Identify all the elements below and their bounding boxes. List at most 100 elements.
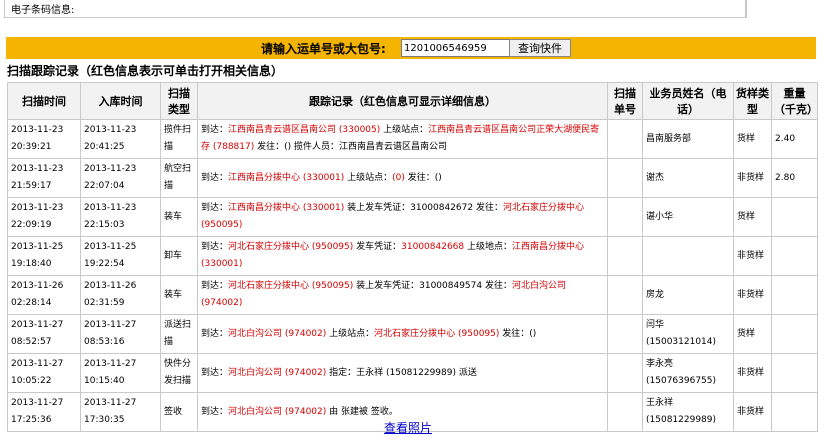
track-link[interactable]: 江西南昌青云谱区昌南公司 (330005) (228, 125, 380, 135)
cell-goods-type: 货样 (733, 119, 772, 159)
view-photo-link[interactable]: 查看照片 (384, 419, 432, 436)
cell-track-record: 到达：河北石家庄分拨中心 (950095) 装上发车凭证：31000849574… (197, 275, 608, 315)
col-scan-type: 扫描类型 (160, 82, 198, 120)
col-scan-time: 扫描时间 (7, 82, 81, 120)
table-row: 2013-11-27 10:05:22 2013-11-27 10:15:40 快件… (7, 353, 818, 393)
cell-scan-time: 2013-11-26 02:28:14 (7, 275, 81, 315)
cell-scan-type: 签收 (160, 392, 198, 432)
cell-weight (771, 353, 818, 393)
cell-weight: 2.40 (771, 119, 818, 159)
cell-weight (771, 236, 818, 276)
track-text: 发车凭证： (353, 242, 402, 252)
cell-scan-type: 快件分发扫描 (160, 353, 198, 393)
barcode-info-box: 电子条码信息: (4, 0, 747, 18)
track-link[interactable]: 江西南昌分拨中心 (330001) (228, 203, 344, 213)
col-goods-type: 货样类型 (733, 82, 772, 120)
cell-staff: 李永亮 (15076396755) (642, 353, 734, 393)
col-weight: 重量（千克） (771, 82, 818, 120)
cell-goods-type: 非货样 (733, 275, 772, 315)
cell-scan-type: 装车 (160, 197, 198, 237)
track-link[interactable]: 河北石家庄分拨中心 (950095) (228, 281, 353, 291)
cell-track-record: 到达：河北石家庄分拨中心 (950095) 发车凭证：31000842668 上… (197, 236, 608, 276)
cell-in-time: 2013-11-27 08:53:16 (80, 314, 161, 354)
cell-weight (771, 197, 818, 237)
cell-track-record: 到达：江西南昌分拨中心 (330001) 装上发车凭证：31000842672 … (197, 197, 608, 237)
col-scan-no: 扫描单号 (607, 82, 643, 120)
cell-staff: 闫华 (15003121014) (642, 314, 734, 354)
cell-in-time: 2013-11-23 22:07:04 (80, 158, 161, 198)
cell-scan-time: 2013-11-23 20:39:21 (7, 119, 81, 159)
cell-weight (771, 314, 818, 354)
query-button[interactable]: 查询快件 (509, 39, 571, 57)
cell-scan-type: 揽件扫描 (160, 119, 198, 159)
cell-goods-type: 货样 (733, 197, 772, 237)
cell-weight (771, 275, 818, 315)
track-link[interactable]: 河北白沟公司 (974002) (228, 407, 326, 417)
track-link[interactable]: (0) (392, 173, 405, 183)
col-track-record: 跟踪记录（红色信息可显示详细信息） (197, 82, 608, 120)
track-text: 上级地点： (464, 242, 513, 252)
track-text: 到达： (201, 125, 229, 135)
track-text: 发往：() 揽件人员：江西南昌青云谱区昌南公司 (254, 142, 447, 152)
track-text: 上级站点： (380, 125, 429, 135)
cell-scan-type: 航空扫描 (160, 158, 198, 198)
barcode-box-divider (745, 0, 746, 17)
track-text: 上级站点： (326, 328, 375, 339)
cell-track-record: 到达：江西南昌青云谱区昌南公司 (330005) 上级站点：江西南昌青云谱区昌南… (197, 119, 608, 159)
table-row: 2013-11-23 22:09:19 2013-11-23 22:15:03 装车… (7, 197, 818, 237)
track-link[interactable]: 河北石家庄分拨中心 (950095) (228, 242, 353, 252)
cell-scan-no (607, 314, 643, 354)
track-text: 装上发车凭证：31000842672 发往： (344, 203, 503, 213)
track-text: 到达： (201, 242, 229, 252)
track-link[interactable]: 江西南昌分拨中心 (330001) (228, 173, 344, 183)
cell-scan-type: 卸车 (160, 236, 198, 276)
cell-staff: 谢杰 (642, 158, 734, 198)
cell-track-record: 到达：河北白沟公司 (974002) 上级站点：河北石家庄分拨中心 (95009… (197, 314, 608, 354)
track-link[interactable]: 河北白沟公司 (974002) (228, 329, 326, 339)
cell-scan-time: 2013-11-23 22:09:19 (7, 197, 81, 237)
cell-in-time: 2013-11-26 02:31:59 (80, 275, 161, 315)
cell-scan-no (607, 158, 643, 198)
track-link[interactable]: 31000842668 (401, 242, 464, 252)
cell-scan-no (607, 275, 643, 315)
track-text: 到达： (201, 172, 229, 183)
cell-scan-no (607, 353, 643, 393)
cell-goods-type: 非货样 (733, 392, 772, 432)
cell-in-time: 2013-11-23 22:15:03 (80, 197, 161, 237)
cell-track-record: 到达：江西南昌分拨中心 (330001) 上级站点：(0) 发往：() (197, 158, 608, 198)
track-text: 上级站点： (344, 172, 393, 183)
cell-weight (771, 392, 818, 432)
cell-track-record: 到达：河北白沟公司 (974002) 指定：王永祥 (15081229989) … (197, 353, 608, 393)
table-row: 2013-11-25 19:18:40 2013-11-25 19:22:54 卸车… (7, 236, 818, 276)
cell-scan-time: 2013-11-27 10:05:22 (7, 353, 81, 393)
track-text: 发往：() (499, 328, 537, 339)
table-row: 2013-11-23 21:59:17 2013-11-23 22:07:04 航空… (7, 158, 818, 198)
cell-goods-type: 货样 (733, 314, 772, 354)
cell-goods-type: 非货样 (733, 236, 772, 276)
cell-staff: 昌南服务部 (642, 119, 734, 159)
waybill-input[interactable] (401, 39, 511, 57)
cell-scan-no (607, 197, 643, 237)
tracking-table: 扫描时间 入库时间 扫描类型 跟踪记录（红色信息可显示详细信息） 扫描单号 业务… (7, 82, 818, 432)
track-link[interactable]: 河北白沟公司 (974002) (228, 368, 326, 378)
track-text: 到达： (201, 281, 229, 291)
cell-in-time: 2013-11-27 10:15:40 (80, 353, 161, 393)
search-label: 请输入运单号或大包号: (261, 42, 386, 56)
table-row: 2013-11-23 20:39:21 2013-11-23 20:41:25 揽件… (7, 119, 818, 159)
cell-staff: 王永祥 (15081229989) (642, 392, 734, 432)
table-header-row: 扫描时间 入库时间 扫描类型 跟踪记录（红色信息可显示详细信息） 扫描单号 业务… (7, 82, 818, 120)
track-text: 到达： (201, 328, 229, 339)
track-text: 指定：王永祥 (15081229989) 派送 (326, 367, 477, 378)
track-text: 到达： (201, 367, 229, 378)
col-in-time: 入库时间 (80, 82, 161, 120)
section-title: 扫描跟踪记录（红色信息表示可单击打开相关信息） (7, 64, 284, 78)
track-text: 发往：() (404, 172, 442, 183)
track-link[interactable]: 河北石家庄分拨中心 (950095) (374, 329, 499, 339)
cell-scan-no (607, 119, 643, 159)
cell-staff: 谌小华 (642, 197, 734, 237)
cell-staff (642, 236, 734, 276)
cell-scan-time: 2013-11-27 08:52:57 (7, 314, 81, 354)
cell-scan-time: 2013-11-23 21:59:17 (7, 158, 81, 198)
cell-goods-type: 非货样 (733, 353, 772, 393)
track-text: 到达： (201, 203, 229, 213)
